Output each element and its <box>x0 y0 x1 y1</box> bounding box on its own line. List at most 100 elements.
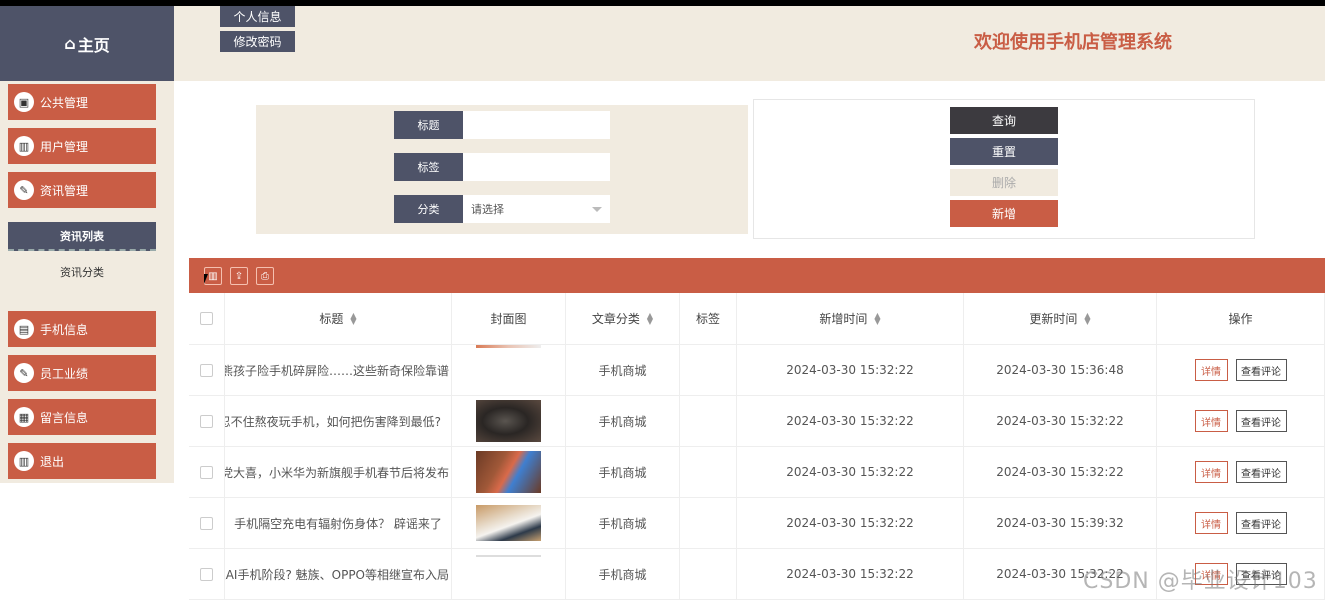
cover-image <box>476 400 541 442</box>
cell-category: 手机商城 <box>566 549 680 600</box>
category-placeholder: 请选择 <box>471 203 504 216</box>
detail-button[interactable]: 详情 <box>1194 461 1228 483</box>
table-toolbar: ▥ ⇪ ⎙ <box>189 258 1325 293</box>
detail-button[interactable]: 详情 <box>1194 410 1228 432</box>
home-link[interactable]: ⌂ 主页 <box>0 6 174 81</box>
tag-input[interactable] <box>463 153 610 181</box>
column-header-created[interactable]: 新增时间 ▲ ▼ <box>737 293 964 345</box>
sidebar-item-label: 手机信息 <box>40 322 89 337</box>
cell-category: 手机商城 <box>566 447 680 498</box>
view-comments-button[interactable]: 查看评论 <box>1235 410 1287 432</box>
sidebar-item-messages[interactable]: ▦ 留言信息 <box>8 399 156 435</box>
table-row <box>189 498 225 549</box>
column-header-label: 封面图 <box>490 312 527 326</box>
sidebar-subitem-news-category[interactable]: 资讯分类 <box>8 261 156 283</box>
sidebar-item-label: 留言信息 <box>40 410 89 425</box>
category-label: 分类 <box>394 195 463 223</box>
action-panel: 查询 重置 删除 新增 <box>753 99 1255 239</box>
cell-title: 险熊孩子险手机碎屏险……这些新奇保险靠谱 <box>225 345 452 396</box>
change-password-button[interactable]: 修改密码 <box>220 31 295 52</box>
chevron-down-icon <box>592 207 602 212</box>
column-header-label: 标题 <box>319 312 344 326</box>
title-filter: 标题 <box>394 111 610 139</box>
home-icon: ⌂ <box>64 34 76 53</box>
column-header-title[interactable]: 标题 ▲ ▼ <box>225 293 452 345</box>
sidebar-item-news[interactable]: ✎ 资讯管理 <box>8 172 156 208</box>
cover-image <box>476 505 541 541</box>
cell-cover <box>452 447 566 498</box>
cell-title: 进入AI手机阶段? 魅族、OPPO等相继宣布入局 <box>225 549 452 600</box>
column-header-cover: 封面图 <box>452 293 566 345</box>
sidebar-item-public[interactable]: ▣ 公共管理 <box>8 84 156 120</box>
message-icon: ▦ <box>14 407 34 427</box>
row-checkbox[interactable] <box>200 567 213 581</box>
cell-cover <box>452 498 566 549</box>
cell-cover <box>452 345 566 396</box>
cell-cover <box>452 549 566 600</box>
select-all-cell <box>189 293 225 345</box>
cover-image <box>476 451 541 493</box>
table-row <box>189 345 225 396</box>
sidebar-item-performance[interactable]: ✎ 员工业绩 <box>8 355 156 391</box>
column-header-label: 更新时间 <box>1029 312 1078 326</box>
sidebar-item-label: 用户管理 <box>40 139 89 154</box>
cell-created: 2024-03-30 15:32:22 <box>737 345 964 396</box>
cell-title: 忍不住熬夜玩手机，如何把伤害降到最低? <box>225 396 452 447</box>
row-checkbox[interactable] <box>200 363 213 377</box>
detail-button[interactable]: 详情 <box>1194 512 1228 534</box>
delete-button[interactable]: 删除 <box>950 169 1058 196</box>
view-comments-button[interactable]: 查看评论 <box>1235 461 1287 483</box>
cell-category: 手机商城 <box>566 498 680 549</box>
cell-created: 2024-03-30 15:32:22 <box>737 447 964 498</box>
select-all-checkbox[interactable] <box>200 312 213 325</box>
cell-updated: 2024-03-30 15:32:22 <box>964 396 1157 447</box>
query-button[interactable]: 查询 <box>950 107 1058 134</box>
table-row <box>189 396 225 447</box>
header: 个人信息 修改密码 欢迎使用手机店管理系统 <box>174 6 1325 81</box>
column-header-tag: 标签 <box>680 293 737 345</box>
view-comments-button[interactable]: 查看评论 <box>1235 359 1287 381</box>
tag-label: 标签 <box>394 153 463 181</box>
sidebar-item-label: 资讯管理 <box>40 183 89 198</box>
watermark: CSDN @毕业设计103 <box>1083 569 1318 594</box>
detail-button[interactable]: 详情 <box>1194 359 1228 381</box>
sort-icon: ▲ ▼ <box>1084 310 1091 326</box>
column-header-label: 文章分类 <box>591 312 640 326</box>
sidebar-item-phones[interactable]: ▤ 手机信息 <box>8 311 156 347</box>
add-button[interactable]: 新增 <box>950 200 1058 227</box>
sort-icon: ▲ ▼ <box>350 310 357 326</box>
cell-created: 2024-03-30 15:32:22 <box>737 549 964 600</box>
table-row <box>189 447 225 498</box>
mouse-cursor-icon <box>204 274 212 284</box>
cell-updated: 2024-03-30 15:32:22 <box>964 447 1157 498</box>
sidebar-item-label: 退出 <box>40 454 65 469</box>
cell-cover <box>452 396 566 447</box>
sidebar-item-logout[interactable]: ▥ 退出 <box>8 443 156 479</box>
column-header-updated[interactable]: 更新时间 ▲ ▼ <box>964 293 1157 345</box>
export-icon[interactable]: ⇪ <box>230 267 248 285</box>
sort-icon: ▲ ▼ <box>874 310 881 326</box>
print-icon[interactable]: ⎙ <box>256 267 274 285</box>
cell-created: 2024-03-30 15:32:22 <box>737 498 964 549</box>
row-checkbox[interactable] <box>200 465 213 479</box>
column-header-category[interactable]: 文章分类 ▲ ▼ <box>566 293 680 345</box>
sidebar-subitem-news-list[interactable]: 资讯列表 <box>8 222 156 251</box>
sidebar-item-label: 员工业绩 <box>40 366 89 381</box>
view-comments-button[interactable]: 查看评论 <box>1235 512 1287 534</box>
category-filter: 分类 请选择 <box>394 195 610 223</box>
cell-tag <box>680 498 737 549</box>
cell-title: 手机隔空充电有辐射伤身体？ 辟谣来了 <box>225 498 452 549</box>
cell-title: 等党大喜，小米华为新旗舰手机春节后将发布 <box>225 447 452 498</box>
title-input[interactable] <box>463 111 610 139</box>
reset-button[interactable]: 重置 <box>950 138 1058 165</box>
sort-icon: ▲ ▼ <box>646 310 654 326</box>
sidebar-item-users[interactable]: ▥ 用户管理 <box>8 128 156 164</box>
category-select[interactable]: 请选择 <box>463 195 610 223</box>
row-checkbox[interactable] <box>200 414 213 428</box>
row-checkbox[interactable] <box>200 516 213 530</box>
column-header-actions: 操作 <box>1157 293 1325 345</box>
cell-actions: 详情 查看评论 <box>1157 498 1325 549</box>
cell-category: 手机商城 <box>566 345 680 396</box>
personal-info-button[interactable]: 个人信息 <box>220 6 295 27</box>
cover-image <box>476 555 541 557</box>
